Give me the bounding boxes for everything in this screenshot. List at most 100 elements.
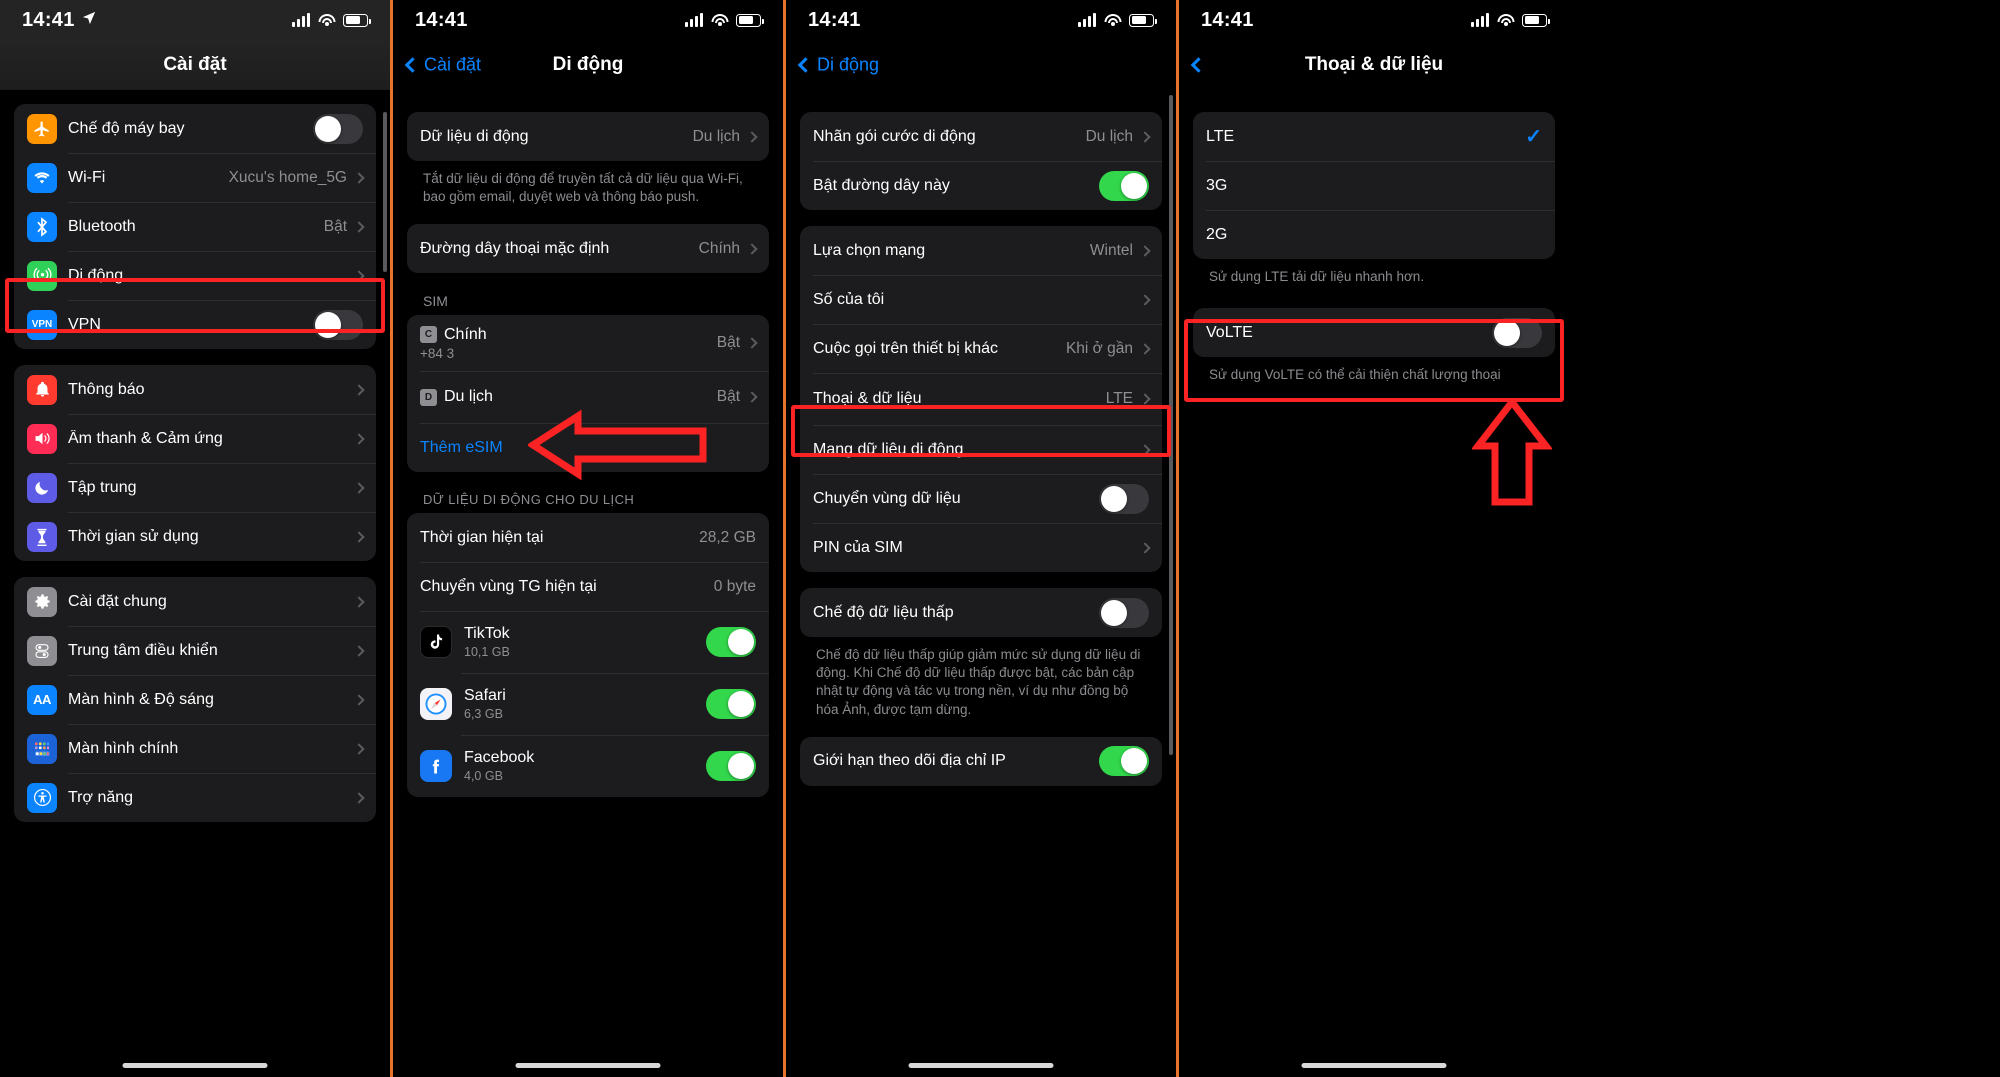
battery-icon [1522, 13, 1550, 27]
row-turn-on-line[interactable]: Bật đường dây này [800, 161, 1162, 210]
status-right [1078, 13, 1157, 27]
speaker-icon [27, 423, 57, 454]
chevron-right-icon [353, 171, 365, 184]
settings-row-airplane-mode[interactable]: Chế độ máy bay [14, 104, 376, 153]
row-value: Wintel [1089, 241, 1133, 259]
signal-bars-icon [1078, 13, 1096, 27]
row-voice-and-data[interactable]: Thoại & dữ liệu LTE [800, 373, 1162, 425]
row-current-period[interactable]: Thời gian hiện tại 28,2 GB [407, 513, 769, 562]
settings-row-cellular[interactable]: Di động [14, 251, 376, 300]
row-app-tiktok[interactable]: TikTok 10,1 GB [407, 611, 769, 673]
row-app-facebook[interactable]: Facebook 4,0 GB [407, 735, 769, 797]
add-esim-label: Thêm eSIM [420, 438, 503, 456]
cellular-icon [27, 260, 57, 291]
row-sim-primary[interactable]: C Chính +84 3 Bật [407, 315, 769, 371]
settings-group-connectivity: Chế độ máy bay Wi-Fi Xucu's home_5G Blue… [14, 104, 376, 349]
settings-row-sounds[interactable]: Âm thanh & Cảm ứng [14, 414, 376, 463]
app-size: 10,1 GB [464, 645, 510, 660]
low-data-mode-toggle[interactable] [1099, 597, 1149, 628]
row-label: Chế độ dữ liệu thấp [813, 603, 954, 621]
vpn-toggle[interactable] [313, 309, 363, 340]
row-cellular-data-network[interactable]: Mạng dữ liệu di động [800, 425, 1162, 474]
chevron-right-icon [353, 383, 365, 396]
row-app-safari[interactable]: Safari 6,3 GB [407, 673, 769, 735]
status-time: 14:41 [415, 8, 468, 31]
bluetooth-value: Bật [323, 217, 347, 235]
home-indicator [515, 1063, 661, 1068]
limit-ip-tracking-toggle[interactable] [1099, 746, 1149, 777]
volte-toggle[interactable] [1492, 317, 1542, 348]
settings-label: Tập trung [68, 478, 137, 496]
sim-badge-c: C [420, 326, 437, 344]
row-low-data-mode[interactable]: Chế độ dữ liệu thấp [800, 588, 1162, 637]
row-calls-other-devices[interactable]: Cuộc gọi trên thiết bị khác Khi ở gần [800, 324, 1162, 373]
option-2g[interactable]: 2G [1193, 210, 1555, 259]
row-add-esim[interactable]: Thêm eSIM [407, 423, 769, 472]
row-sim-travel[interactable]: D Du lịch Bật [407, 371, 769, 423]
bluetooth-icon [27, 211, 57, 242]
chevron-right-icon [353, 595, 365, 608]
settings-row-vpn[interactable]: VPN VPN [14, 300, 376, 349]
row-current-roaming[interactable]: Chuyển vùng TG hiện tại 0 byte [407, 562, 769, 611]
row-label: Chuyển vùng dữ liệu [813, 489, 961, 507]
row-label: Giới hạn theo dõi địa chỉ IP [813, 752, 1006, 770]
tiktok-data-toggle[interactable] [706, 627, 756, 658]
row-label: VoLTE [1206, 323, 1253, 341]
group-network-mode-options: LTE ✓ 3G 2G [1193, 112, 1555, 259]
row-cellular-data[interactable]: Dữ liệu di động Du lịch [407, 112, 769, 161]
back-button[interactable] [1190, 57, 1210, 73]
row-value: Du lịch [1085, 127, 1133, 145]
data-roaming-toggle[interactable] [1099, 483, 1149, 514]
app-size: 6,3 GB [464, 707, 503, 722]
row-default-voice-line[interactable]: Đường dây thoại mặc định Chính [407, 224, 769, 273]
chevron-right-icon [1139, 443, 1151, 456]
safari-data-toggle[interactable] [706, 689, 756, 720]
chevron-right-icon [1139, 130, 1151, 143]
row-limit-ip-tracking[interactable]: Giới hạn theo dõi địa chỉ IP [800, 737, 1162, 786]
chevron-right-icon [353, 481, 365, 494]
back-button[interactable]: Di động [797, 55, 879, 76]
row-volte[interactable]: VoLTE [1193, 308, 1555, 357]
status-bar: 14:41 [393, 0, 783, 40]
sim-number: +84 3 [420, 345, 455, 361]
row-sim-pin[interactable]: PIN của SIM [800, 523, 1162, 572]
group-cellular-data: Dữ liệu di động Du lịch [407, 112, 769, 161]
settings-row-accessibility[interactable]: Trợ năng [14, 773, 376, 822]
turn-on-line-toggle[interactable] [1099, 170, 1149, 201]
settings-row-control-center[interactable]: Trung tâm điều khiển [14, 626, 376, 675]
signal-bars-icon [685, 13, 703, 27]
scrollbar-panel1[interactable] [383, 112, 387, 272]
status-right [292, 13, 371, 27]
chevron-right-icon [353, 220, 365, 233]
row-data-roaming[interactable]: Chuyển vùng dữ liệu [800, 474, 1162, 523]
row-label: Thoại & dữ liệu [813, 390, 922, 407]
status-right [685, 13, 764, 27]
option-lte[interactable]: LTE ✓ [1193, 112, 1555, 161]
settings-row-general[interactable]: Cài đặt chung [14, 577, 376, 626]
settings-row-display[interactable]: AA Màn hình & Độ sáng [14, 675, 376, 724]
airplane-mode-toggle[interactable] [313, 113, 363, 144]
settings-row-focus[interactable]: Tập trung [14, 463, 376, 512]
settings-label: Thông báo [68, 380, 145, 398]
group-sim: C Chính +84 3 Bật D Du lịch Bật Thêm eSI… [407, 315, 769, 473]
page-title: Di động [552, 54, 624, 75]
row-plan-label[interactable]: Nhãn gói cước di động Du lịch [800, 112, 1162, 161]
settings-row-home-screen[interactable]: Màn hình chính [14, 724, 376, 773]
settings-row-wifi[interactable]: Wi-Fi Xucu's home_5G [14, 153, 376, 202]
row-label: Đường dây thoại mặc định [420, 239, 610, 257]
settings-row-screen-time[interactable]: Thời gian sử dụng [14, 512, 376, 561]
sim-label: Du lịch [444, 388, 493, 406]
back-button[interactable]: Cài đặt [404, 55, 481, 76]
settings-group-notifications: Thông báo Âm thanh & Cảm ứng Tập trung T… [14, 365, 376, 561]
wifi-network-value: Xucu's home_5G [228, 168, 347, 186]
settings-row-bluetooth[interactable]: Bluetooth Bật [14, 202, 376, 251]
facebook-data-toggle[interactable] [706, 751, 756, 782]
signal-bars-icon [292, 13, 310, 27]
option-3g[interactable]: 3G [1193, 161, 1555, 210]
settings-label: Cài đặt chung [68, 592, 167, 610]
wifi-icon [1104, 13, 1121, 27]
row-my-number[interactable]: Số của tôi [800, 275, 1162, 324]
scrollbar-panel3[interactable] [1169, 95, 1173, 755]
settings-row-notifications[interactable]: Thông báo [14, 365, 376, 414]
row-network-selection[interactable]: Lựa chọn mạng Wintel [800, 226, 1162, 275]
